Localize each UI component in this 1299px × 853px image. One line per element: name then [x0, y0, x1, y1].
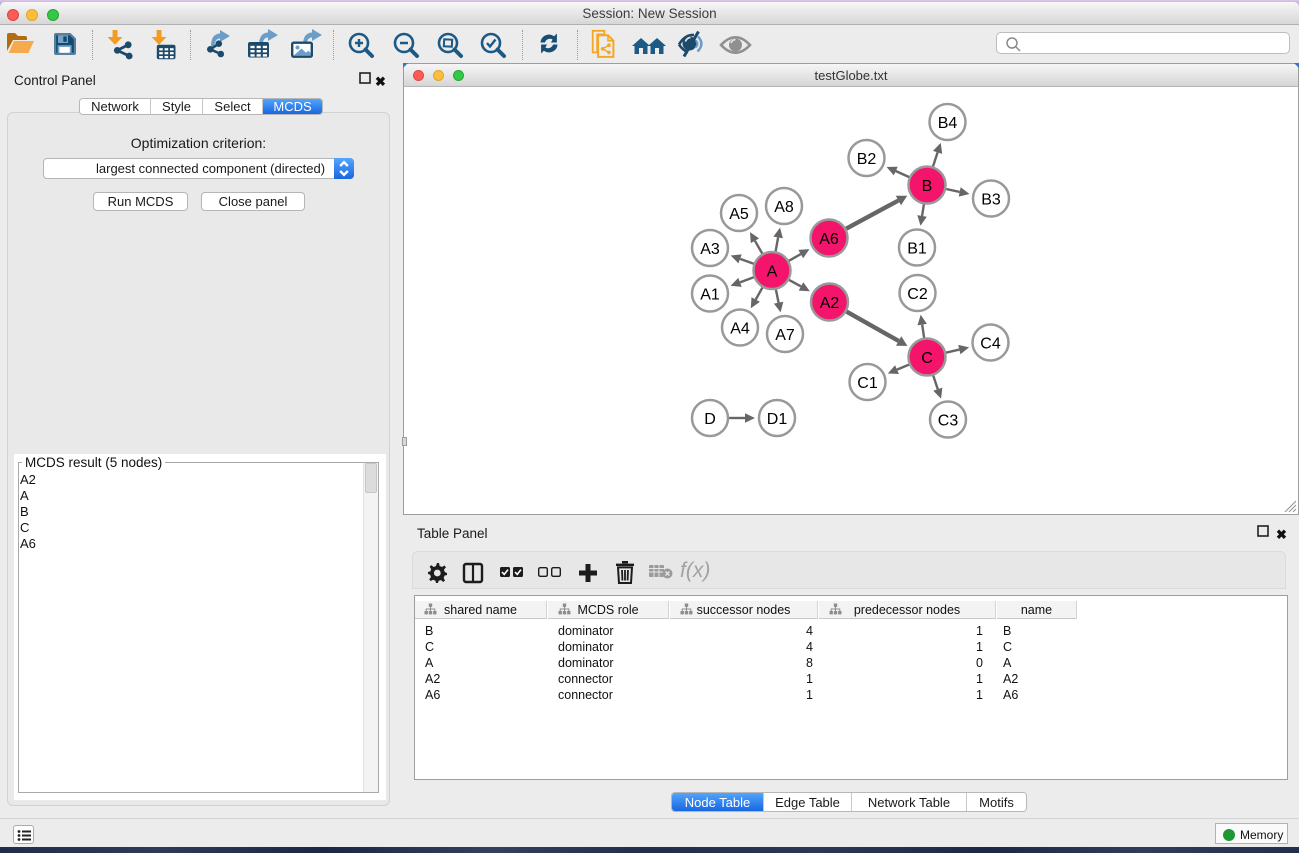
svg-text:f(x): f(x): [680, 559, 710, 582]
svg-text:B2: B2: [857, 151, 877, 168]
svg-text:A4: A4: [730, 321, 750, 338]
svg-text:C3: C3: [938, 413, 959, 430]
svg-text:C1: C1: [857, 375, 878, 392]
svg-text:C4: C4: [980, 336, 1001, 353]
svg-text:B: B: [922, 178, 933, 195]
svg-text:D1: D1: [767, 411, 788, 428]
svg-text:B4: B4: [938, 115, 958, 132]
svg-text:A2: A2: [820, 295, 840, 312]
svg-text:B1: B1: [907, 241, 927, 258]
svg-text:C2: C2: [907, 286, 928, 303]
svg-text:C: C: [921, 350, 933, 367]
svg-text:D: D: [704, 411, 716, 428]
svg-text:A8: A8: [774, 199, 794, 216]
svg-text:A: A: [767, 264, 778, 281]
svg-text:A6: A6: [819, 231, 839, 248]
svg-text:A7: A7: [775, 327, 795, 344]
svg-text:A3: A3: [700, 241, 720, 258]
svg-text:A1: A1: [700, 287, 720, 304]
svg-text:A5: A5: [729, 206, 749, 223]
svg-text:B3: B3: [981, 192, 1001, 209]
